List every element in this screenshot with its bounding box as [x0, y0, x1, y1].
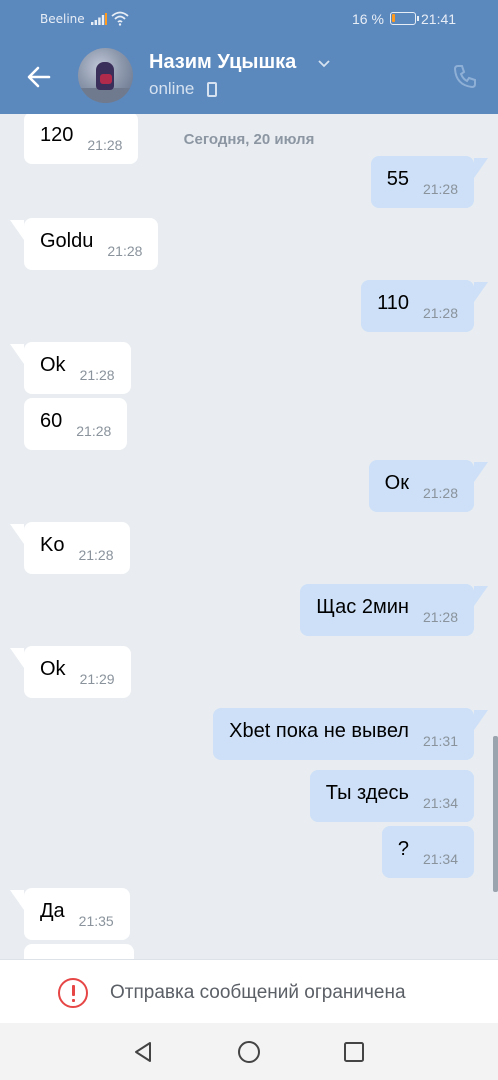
- message-text: 110: [377, 291, 409, 314]
- message-time: 21:28: [87, 137, 123, 153]
- bubble-tail: [10, 220, 24, 240]
- outgoing-message[interactable]: Ок 21:28: [368, 460, 474, 512]
- message-text: Ты здесь: [325, 781, 409, 804]
- phone-call-icon[interactable]: [452, 63, 478, 89]
- message-list[interactable]: Сегодня, 20 июля 120 21:28 55 21:28 Goldu 21:…: [0, 114, 498, 959]
- messaging-restricted-bar: Отправка сообщений ограничена: [0, 959, 498, 1023]
- battery-icon: [390, 12, 419, 25]
- message-text: 60: [40, 409, 63, 432]
- avatar[interactable]: [78, 48, 133, 103]
- incoming-message[interactable]: 60 21:28: [24, 398, 128, 450]
- message-time: 21:28: [422, 181, 458, 197]
- bubble-tail: [474, 462, 488, 482]
- home-circle-icon[interactable]: [236, 1040, 262, 1064]
- message-time: 21:34: [422, 795, 458, 811]
- bubble-tail: [10, 648, 24, 668]
- signal-icon: [91, 13, 107, 25]
- message-time: 21:31: [422, 733, 458, 749]
- incoming-message[interactable]: Ko 21:28: [24, 522, 130, 574]
- message-time: 21:35: [78, 913, 114, 929]
- presence-status: online: [149, 79, 195, 98]
- bubble-tail: [10, 524, 24, 544]
- bubble-tail: [10, 890, 24, 910]
- outgoing-message[interactable]: 55 21:28: [370, 156, 474, 208]
- message-time: 21:28: [78, 547, 114, 563]
- message-time: 21:28: [422, 485, 458, 501]
- warning-circle-icon: [58, 978, 88, 1008]
- message-text: 55: [386, 167, 409, 190]
- status-time: 21:41: [421, 11, 457, 27]
- carrier-name: Beeline: [40, 12, 85, 26]
- message-time: 21:34: [422, 851, 458, 867]
- outgoing-message[interactable]: 110 21:28: [361, 280, 474, 332]
- message-time: 21:28: [422, 305, 458, 321]
- message-text: Ko: [40, 533, 65, 556]
- message-text: Ок: [384, 471, 409, 494]
- status-bar: Beeline 16 % 21:41: [0, 0, 498, 38]
- bubble-tail: [474, 710, 488, 730]
- message-time: 21:28: [79, 367, 115, 383]
- bubble-tail: [474, 586, 488, 606]
- recents-square-icon[interactable]: [341, 1040, 367, 1064]
- incoming-message[interactable]: Ok 21:28: [24, 342, 131, 394]
- outgoing-message[interactable]: Щас 2мин 21:28: [300, 584, 474, 636]
- message-text: ?: [397, 837, 409, 860]
- message-time: 21:28: [76, 423, 112, 439]
- scrollbar[interactable]: [493, 736, 498, 892]
- message-text: Xbet пока не вывел: [229, 719, 409, 742]
- incoming-message[interactable]: Ok 21:29: [24, 646, 131, 698]
- contact-name[interactable]: Назим Уцышка: [149, 51, 296, 74]
- chat-header: Beeline 16 % 21:41 Назим Уцышка online: [0, 0, 498, 114]
- message-text: Да: [40, 899, 65, 922]
- chevron-down-icon[interactable]: [316, 55, 332, 71]
- message-time: 21:29: [79, 671, 115, 687]
- bubble-tail: [474, 282, 488, 302]
- mobile-phone-icon: [207, 82, 217, 97]
- incoming-message[interactable]: Goldu 21:28: [24, 218, 159, 270]
- message-text: Ok: [40, 353, 66, 376]
- message-text: Ok: [40, 657, 66, 680]
- restricted-text: Отправка сообщений ограничена: [110, 982, 406, 1003]
- back-arrow-icon[interactable]: [24, 62, 54, 92]
- system-nav-bar: [0, 1023, 498, 1080]
- outgoing-message[interactable]: Xbet пока не вывел 21:31: [213, 708, 474, 760]
- message-text: 120: [40, 123, 74, 146]
- incoming-message[interactable]: [24, 944, 134, 959]
- message-time: 21:28: [422, 609, 458, 625]
- incoming-message[interactable]: Да 21:35: [24, 888, 130, 940]
- back-triangle-icon[interactable]: [131, 1040, 157, 1064]
- message-text: Goldu: [40, 229, 94, 252]
- bubble-tail: [474, 158, 488, 178]
- message-text: Щас 2мин: [316, 595, 409, 618]
- bubble-tail: [10, 344, 24, 364]
- battery-fill: [392, 14, 395, 22]
- incoming-message[interactable]: 120 21:28: [24, 114, 139, 164]
- outgoing-message[interactable]: Ты здесь 21:34: [309, 770, 474, 822]
- outgoing-message[interactable]: ? 21:34: [381, 826, 474, 878]
- wifi-icon: [111, 11, 129, 26]
- message-time: 21:28: [107, 243, 143, 259]
- battery-percent: 16 %: [352, 11, 384, 27]
